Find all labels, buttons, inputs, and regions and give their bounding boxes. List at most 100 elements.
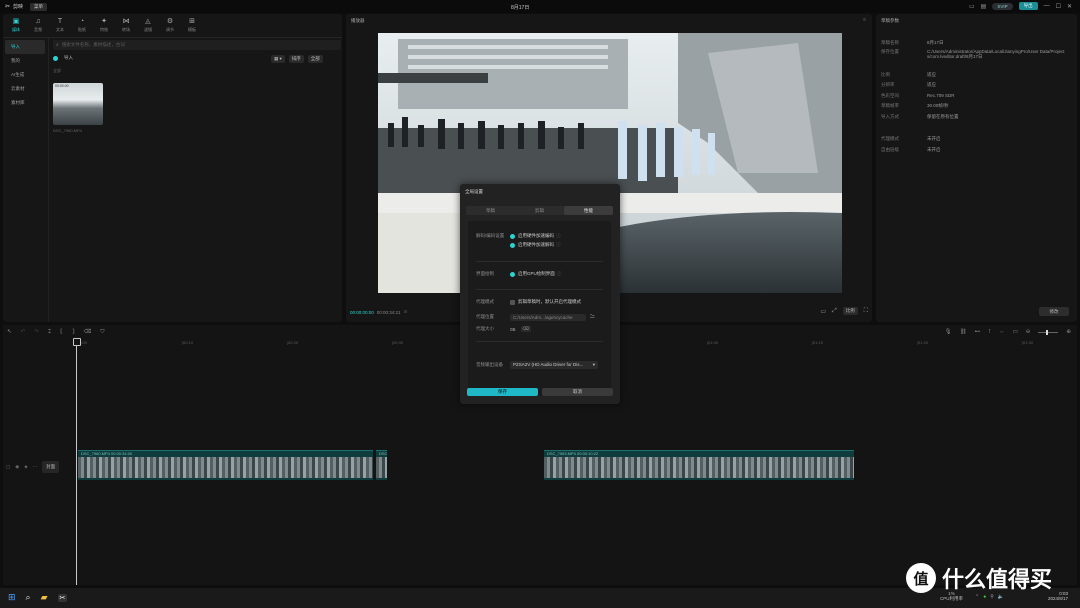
- zoom-slider[interactable]: [1038, 329, 1059, 335]
- search-icon: ⌕: [56, 42, 59, 48]
- select-tool-icon[interactable]: ↖: [7, 329, 12, 335]
- dialog-tab[interactable]: 性能: [564, 206, 613, 215]
- cancel-button[interactable]: 取消: [542, 388, 613, 396]
- track-more-icon[interactable]: ⋯: [33, 464, 38, 470]
- tray-arrow-icon[interactable]: ⌃: [975, 594, 979, 600]
- tool-tab-2[interactable]: T 文本: [49, 15, 71, 35]
- clear-cache-icon[interactable]: ⌫: [520, 326, 531, 332]
- tool-label: 文本: [56, 26, 64, 32]
- sidebar-item[interactable]: AI生成: [5, 68, 45, 82]
- mic-icon[interactable]: 🎙: [945, 329, 952, 335]
- tool-icon: ◔: [79, 17, 85, 25]
- audio-output-select[interactable]: PZSA2V (HD Audio Driver for Dis... ▾: [510, 361, 598, 369]
- search-taskbar-icon[interactable]: ⌕: [26, 592, 31, 603]
- track-hide-icon[interactable]: ◉: [15, 464, 19, 470]
- dialog-tab[interactable]: 草稿: [466, 206, 515, 215]
- zoom-out-icon[interactable]: ⊖: [1026, 329, 1031, 335]
- tool-icon: ⚙: [166, 17, 174, 25]
- undo-icon[interactable]: ↶: [21, 329, 26, 335]
- playhead-handle[interactable]: [73, 338, 81, 346]
- link-icon[interactable]: ⛓: [960, 329, 967, 335]
- hw-encode-checkbox[interactable]: [510, 233, 515, 239]
- zoom-in-icon[interactable]: ⊕: [1066, 329, 1071, 335]
- proxy-mode-checkbox[interactable]: [510, 299, 515, 305]
- file-explorer-icon[interactable]: ▰: [41, 592, 48, 603]
- redo-icon[interactable]: ↷: [34, 329, 39, 335]
- vip-badge[interactable]: SVIP: [992, 2, 1013, 10]
- tool-tab-1[interactable]: ♫ 音频: [27, 15, 49, 35]
- split-icon[interactable]: ⌶: [48, 329, 51, 336]
- marker-icon[interactable]: ⛉: [100, 329, 104, 336]
- hw-encode-label: 启用硬件加速编码: [518, 233, 554, 238]
- sidebar-item[interactable]: 素材库: [5, 96, 45, 110]
- property-value: 30.00帧/秒: [927, 103, 949, 109]
- tool-icon: ⊞: [189, 17, 195, 25]
- edit-properties-button[interactable]: 修改: [1039, 307, 1069, 316]
- video-clip[interactable]: DSC_7960.MP4 00:00:34:00: [78, 450, 373, 480]
- sidebar-item[interactable]: 导入: [5, 40, 45, 54]
- wechat-icon[interactable]: ●: [983, 594, 986, 600]
- dialog-tab[interactable]: 剪辑: [515, 206, 564, 215]
- sidebar-item[interactable]: 我的: [5, 54, 45, 68]
- linkage-icon[interactable]: ⇔: [999, 329, 1005, 335]
- filter-button[interactable]: 全部: [307, 55, 323, 63]
- ratio-button[interactable]: 比例: [842, 307, 858, 315]
- tool-label: 音频: [34, 26, 42, 32]
- monitor-icon[interactable]: ▭: [969, 3, 975, 10]
- tool-tab-6[interactable]: ◬ 滤镜: [137, 15, 159, 35]
- video-clip[interactable]: DSC: [376, 450, 387, 480]
- hw-decode-checkbox[interactable]: [510, 242, 515, 248]
- tool-tab-8[interactable]: ⊞ 模板: [181, 15, 203, 35]
- timecode-settings-icon[interactable]: ⊙: [404, 309, 408, 315]
- sort-button[interactable]: 排序: [288, 55, 304, 63]
- fullscreen-icon[interactable]: ⛶: [864, 308, 868, 315]
- player-menu-icon[interactable]: ≡: [863, 17, 866, 23]
- property-row: 导入方式 保留在原有位置: [881, 112, 1071, 123]
- layout-icon[interactable]: ▤: [981, 3, 987, 10]
- playhead[interactable]: [76, 339, 77, 585]
- magnet-icon[interactable]: ⊺: [988, 329, 991, 335]
- sidebar-item[interactable]: 云素材: [5, 82, 45, 96]
- property-row: 代理模式 未开启: [881, 134, 1071, 145]
- tool-tab-4[interactable]: ✦ 特效: [93, 15, 115, 35]
- tool-label: 模板: [188, 26, 196, 32]
- screen-ratio-icon[interactable]: ▭: [820, 308, 826, 315]
- tool-tab-3[interactable]: ◔ 贴纸: [71, 15, 93, 35]
- delete-icon[interactable]: ⌫: [84, 329, 92, 335]
- export-button[interactable]: 导出: [1018, 2, 1038, 10]
- caption-icon[interactable]: ▭: [1013, 329, 1018, 335]
- cover-button[interactable]: 封面: [42, 461, 60, 473]
- thumb-duration: 00:00:00: [55, 84, 69, 88]
- volume-icon[interactable]: 🔈: [998, 594, 1004, 600]
- minimize-icon[interactable]: —: [1044, 3, 1050, 9]
- view-toggle[interactable]: ▦ ▾: [271, 55, 285, 63]
- maximize-icon[interactable]: ☐: [1056, 3, 1061, 10]
- network-icon[interactable]: ⚲: [990, 594, 994, 600]
- gpu-render-checkbox[interactable]: [510, 271, 515, 277]
- menu-button[interactable]: 菜单: [30, 2, 48, 11]
- preview-axis-icon[interactable]: ⊷: [975, 329, 981, 335]
- property-key: 导入方式: [881, 113, 899, 119]
- video-clip[interactable]: DSC_7963.MP4 00:00:10:22: [544, 450, 854, 480]
- search-box[interactable]: ⌕ 搜索文件名称，素材描述，台词: [53, 40, 341, 50]
- property-row: 色彩空间 Rec.709 SDR: [881, 91, 1071, 102]
- capcut-taskbar-icon[interactable]: ✂: [57, 593, 68, 602]
- import-button[interactable]: 导入: [53, 55, 73, 61]
- proxy-location-field[interactable]: C:/Users/Adm.../agencycache: [510, 313, 586, 321]
- zoom-fit-icon[interactable]: ⤢: [832, 308, 837, 315]
- split-left-icon[interactable]: ⟦: [60, 329, 63, 335]
- save-button[interactable]: 保存: [467, 388, 538, 396]
- windows-start-icon[interactable]: ⊞: [8, 592, 16, 603]
- media-thumbnail[interactable]: 00:00:00: [53, 83, 103, 125]
- watermark: 值 什么值得买: [906, 562, 1052, 594]
- close-icon[interactable]: ✕: [1067, 3, 1072, 10]
- tool-tab-7[interactable]: ⚙ 调节: [159, 15, 181, 35]
- tool-tab-5[interactable]: ⋈ 转场: [115, 15, 137, 35]
- audio-output-label: 音频输出设备: [476, 362, 503, 367]
- info-icon: ⓘ: [556, 242, 561, 247]
- track-mute-icon[interactable]: ◈: [24, 464, 27, 470]
- split-right-icon[interactable]: ⟧: [72, 329, 75, 335]
- track-lock-icon[interactable]: ▢: [6, 464, 10, 470]
- tool-tab-0[interactable]: ▣ 媒体: [5, 15, 27, 35]
- folder-icon[interactable]: 🗀: [590, 313, 595, 321]
